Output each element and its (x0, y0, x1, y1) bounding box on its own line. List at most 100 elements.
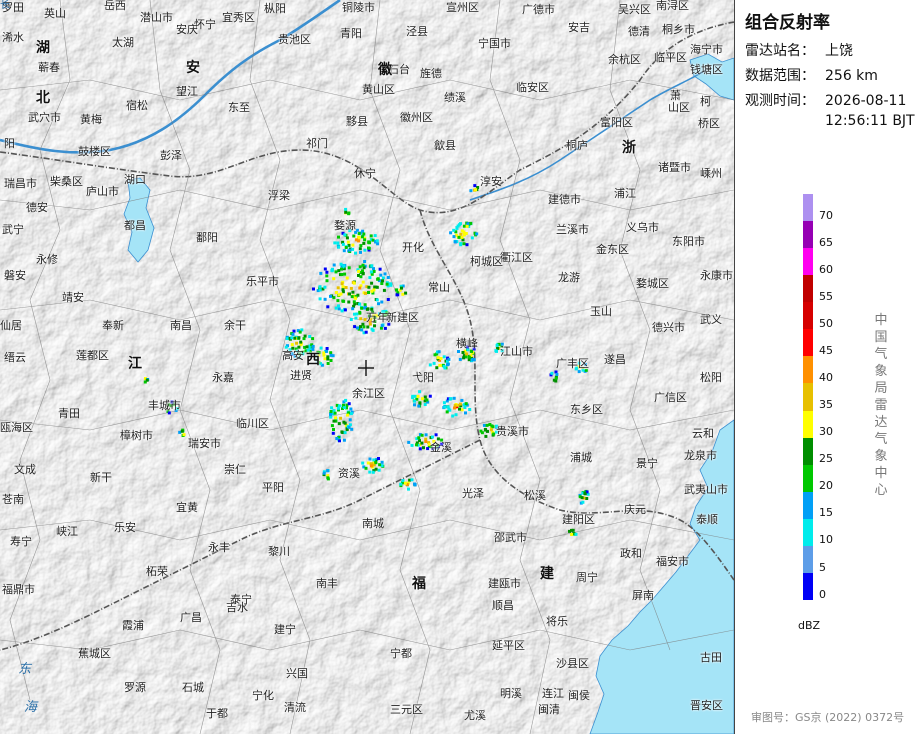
legend-swatch (803, 410, 813, 439)
radar-map[interactable]: 罗田 英山 岳西 潜山市 怀宁 宜秀区 枞阳 铜陵市 宣州区 广德市 吴兴区 南浔区 浠水湖太湖 安庆 贵池… (0, 0, 734, 734)
place-label: 安庆 (176, 23, 198, 36)
place-label: 铜陵市 (342, 1, 375, 14)
place-label: 宁化 (252, 689, 274, 702)
echo-pixel (342, 299, 346, 303)
echo-pixel (330, 424, 334, 428)
place-label: 明溪 (500, 687, 522, 700)
legend-unit: dBZ (798, 619, 821, 632)
echo-pixel (377, 457, 380, 460)
place-label: 武义 (700, 313, 722, 326)
place-label: 义乌市 (626, 221, 659, 234)
place-label: 东 (18, 662, 32, 677)
time-date: 2026-08-11 (825, 93, 907, 109)
place-label: 都昌 (124, 219, 146, 232)
place-label: 宁都 (390, 647, 412, 660)
echo-pixel (585, 497, 589, 500)
echo-pixel (420, 433, 424, 437)
echo-pixel (323, 297, 327, 301)
echo-pixel (485, 423, 489, 427)
echo-pixel (345, 276, 349, 280)
echo-pixel (355, 312, 359, 316)
echo-pixel (377, 468, 381, 472)
echo-pixel (368, 457, 372, 461)
echo-pixel (484, 434, 488, 438)
echo-pixel (329, 294, 332, 298)
echo-pixel (445, 410, 449, 414)
place-label: 庐山市 (86, 185, 119, 198)
place-label: 宜秀区 (222, 11, 255, 24)
echo-pixel (373, 234, 377, 238)
echo-pixel (322, 471, 326, 475)
place-label: 山区 (668, 101, 690, 114)
echo-pixel (337, 269, 341, 273)
echo-pixel (334, 416, 337, 420)
echo-pixel (344, 210, 348, 214)
echo-pixel (337, 245, 341, 249)
echo-pixel (339, 262, 343, 266)
place-label: 望江 (176, 85, 198, 98)
echo-pixel (459, 243, 463, 247)
echo-pixel (372, 267, 375, 271)
place-label: 福安市 (656, 555, 689, 568)
echo-pixel (399, 482, 403, 486)
place-label: 将乐 (546, 615, 568, 628)
echo-pixel (357, 269, 361, 273)
place-label: 休宁 (354, 167, 376, 180)
echo-pixel (463, 406, 467, 409)
echo-pixel (182, 433, 186, 437)
place-label: 旌德 (420, 67, 442, 80)
range-value: 256 km (825, 68, 878, 84)
place-label: 磐安 (4, 269, 26, 282)
echo-pixel (326, 305, 330, 309)
echo-pixel (311, 348, 315, 351)
place-label: 黟县 (346, 115, 368, 128)
color-legend-bar (803, 194, 813, 601)
echo-pixel (325, 279, 329, 283)
echo-pixel (465, 352, 469, 356)
place-label: 晋安区 (690, 699, 723, 712)
legend-tick-label: 0 (819, 587, 826, 601)
echo-pixel (458, 402, 462, 406)
echo-pixel (329, 351, 333, 355)
legend-swatch (803, 221, 813, 249)
place-label: 吴兴区 (618, 3, 651, 16)
echo-pixel (326, 476, 330, 480)
place-label: 建德市 (548, 193, 581, 206)
place-label: 临安区 (516, 81, 549, 94)
echo-pixel (386, 298, 390, 301)
place-label: 泾县 (406, 25, 428, 38)
echo-pixel (359, 275, 363, 279)
echo-pixel (340, 267, 343, 271)
echo-pixel (457, 235, 461, 239)
echo-pixel (371, 238, 375, 242)
place-label: 永康市 (700, 269, 733, 282)
echo-pixel (326, 469, 330, 473)
echo-pixel (337, 293, 341, 297)
echo-pixel (468, 408, 472, 411)
place-label: 崇仁 (224, 463, 246, 476)
place-label: 武穴市 (28, 111, 61, 124)
place-label: 安 (186, 60, 200, 76)
place-label: 永丰 (208, 541, 230, 554)
echo-pixel (460, 229, 464, 233)
echo-pixel (318, 288, 322, 292)
echo-pixel (348, 292, 351, 296)
echo-pixel (376, 277, 380, 281)
echo-pixel (358, 265, 362, 269)
echo-pixel (422, 446, 425, 450)
echo-pixel (350, 295, 354, 299)
place-label: 南丰 (316, 577, 338, 590)
place-label: 靖安 (62, 291, 84, 304)
legend-tick-label: 70 (819, 208, 833, 222)
place-label: 建瓯市 (488, 577, 521, 590)
echo-pixel (339, 416, 343, 420)
echo-pixel (467, 355, 471, 359)
place-label: 泰宁 (230, 593, 252, 606)
place-label: 德清 (628, 25, 650, 38)
echo-pixel (424, 433, 428, 437)
echo-pixel (342, 264, 346, 268)
place-label: 开化 (402, 241, 424, 254)
legend-tick-label: 60 (819, 262, 833, 276)
echo-pixel (379, 326, 383, 330)
place-label: 文成 (14, 463, 36, 476)
